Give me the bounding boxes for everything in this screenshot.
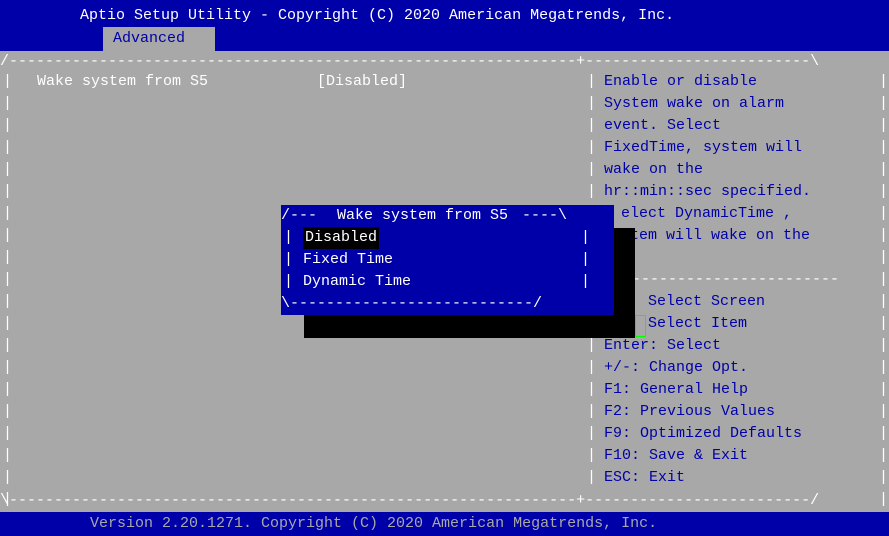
key-help-line: Select Screen <box>648 293 766 310</box>
help-line: FixedTime, system will <box>604 139 803 156</box>
divider-upper: | | | | | | <box>587 73 597 200</box>
key-help-line: ESC: Exit <box>604 469 686 486</box>
cursor-indicator <box>635 315 646 337</box>
help-line: tem will wake on the <box>630 227 811 244</box>
popup-option-dynamic-time[interactable]: Dynamic Time <box>303 271 411 293</box>
key-help-line: +/-: Change Opt. <box>604 359 749 376</box>
left-border: | | | | | | | | | | | | | | | | | | | | <box>3 73 13 508</box>
popup-bottom-border: \---------------------------/ <box>281 295 543 312</box>
key-help-line: F2: Previous Values <box>604 403 776 420</box>
help-line: event. Select <box>604 117 722 134</box>
option-popup: /--- Wake system from S5 ----\ | | | | |… <box>281 205 614 315</box>
key-help-line: F10: Save & Exit <box>604 447 749 464</box>
key-help-line: Select Item <box>648 315 748 332</box>
setting-value-wake-s5[interactable]: [Disabled] <box>317 71 407 93</box>
app-title: Aptio Setup Utility - Copyright (C) 2020… <box>80 7 675 24</box>
key-help-line: F9: Optimized Defaults <box>604 425 803 442</box>
help-line: System wake on alarm <box>604 95 785 112</box>
bottom-border: \---------------------------------------… <box>0 492 820 509</box>
divider-lower: | | | | | | | <box>587 337 597 486</box>
key-help-line: Enter: Select <box>604 337 722 354</box>
help-line: hr::min::sec specified. <box>604 183 812 200</box>
top-border: /---------------------------------------… <box>0 53 820 70</box>
right-border: | | | | | | | | | | | | | | | | | | | | <box>879 73 889 508</box>
popup-left-border: | | | <box>284 229 294 290</box>
header-bar: Aptio Setup Utility - Copyright (C) 2020… <box>0 0 889 51</box>
popup-right-border: | | | <box>581 229 591 290</box>
popup-top-border: /--- <box>281 207 327 224</box>
popup-option-disabled[interactable]: Disabled <box>303 227 380 249</box>
setting-label-wake-s5[interactable]: Wake system from S5 <box>37 71 208 93</box>
footer-text: Version 2.20.1271. Copyright (C) 2020 Am… <box>90 515 658 532</box>
popup-top-border-right: ----\ <box>513 207 568 224</box>
help-line: wake on the <box>604 161 704 178</box>
tab-advanced[interactable]: Advanced <box>103 27 215 51</box>
help-line: elect DynamicTime , <box>621 205 793 222</box>
popup-title: Wake system from S5 <box>337 207 509 224</box>
popup-option-fixed-time[interactable]: Fixed Time <box>303 249 393 271</box>
key-help-line: F1: General Help <box>604 381 749 398</box>
help-line: Enable or disable <box>604 73 758 90</box>
footer-bar: Version 2.20.1271. Copyright (C) 2020 Am… <box>0 512 889 536</box>
